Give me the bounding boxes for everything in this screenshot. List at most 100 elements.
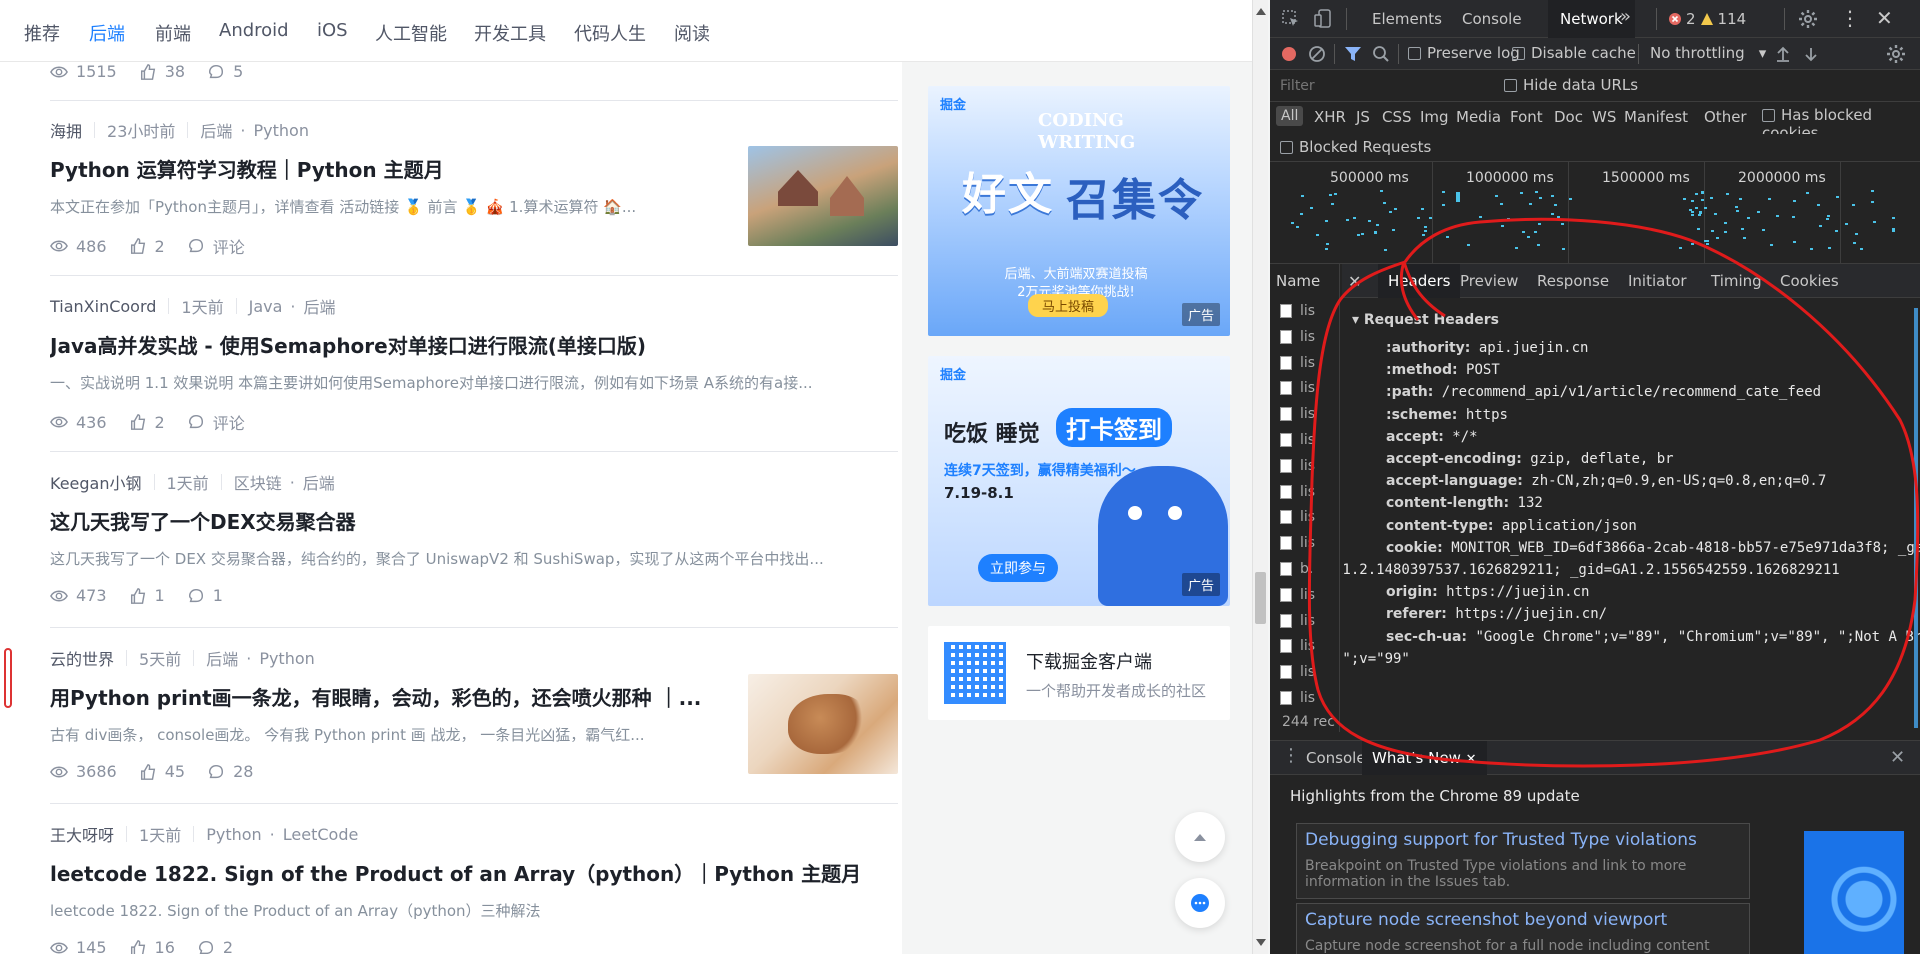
nav-tab-android[interactable]: Android xyxy=(219,20,289,41)
feedback-button[interactable] xyxy=(1175,878,1225,928)
tab-initiator[interactable]: Initiator xyxy=(1628,272,1687,290)
nav-tab-recommend[interactable]: 推荐 xyxy=(24,20,60,46)
article-abstract[interactable]: leetcode 1822. Sign of the Product of an… xyxy=(50,900,541,921)
type-doc[interactable]: Doc xyxy=(1554,108,1583,126)
throttling-select[interactable]: No throttling ▾ xyxy=(1650,44,1766,62)
name-column-header[interactable]: Name xyxy=(1276,272,1320,290)
article-tag[interactable]: LeetCode xyxy=(283,825,359,844)
drawer-tab-console[interactable]: Console xyxy=(1306,749,1366,767)
article-item[interactable]: 海拥 23小时前 后端 · Python Python 运算符学习教程｜Python 主题… xyxy=(50,100,898,276)
nav-tab-ai[interactable]: 人工智能 xyxy=(375,20,447,46)
request-row[interactable]: lis xyxy=(1280,298,1340,324)
article-abstract[interactable]: 一、实战说明 1.1 效果说明 本篇主要讲如何使用Semaphore对单接口进行… xyxy=(50,372,813,393)
article-tag[interactable]: 后端 xyxy=(200,118,232,142)
nav-tab-devtools[interactable]: 开发工具 xyxy=(474,20,546,46)
article-title[interactable]: Python 运算符学习教程｜Python 主题月 xyxy=(50,154,710,183)
device-toggle-icon[interactable] xyxy=(1314,9,1332,29)
issue-counter[interactable]: 2 114 xyxy=(1668,10,1746,28)
type-img[interactable]: Img xyxy=(1420,108,1449,126)
nav-tab-ios[interactable]: iOS xyxy=(317,20,348,41)
tab-headers[interactable]: Headers xyxy=(1378,264,1461,298)
tab-console[interactable]: Console xyxy=(1462,10,1522,28)
likes-stat[interactable]: 1 xyxy=(129,586,165,605)
drawer-menu-icon[interactable]: ⋮ xyxy=(1282,745,1300,766)
type-js[interactable]: JS xyxy=(1356,108,1370,126)
type-css[interactable]: CSS xyxy=(1382,108,1412,126)
nav-tab-life[interactable]: 代码人生 xyxy=(574,20,646,46)
article-tag[interactable]: 后端 xyxy=(206,646,238,670)
network-timeline-overview[interactable]: 500000 ms 1000000 ms 1500000 ms 2000000 … xyxy=(1270,162,1920,264)
article-abstract[interactable]: 古有 div画条， console画龙。 今有我 Python print 画 … xyxy=(50,724,710,745)
author-name[interactable]: TianXinCoord xyxy=(50,297,156,316)
article-tag[interactable]: 区块链 xyxy=(234,470,282,494)
article-tag[interactable]: Java xyxy=(249,297,283,316)
tab-preview[interactable]: Preview xyxy=(1460,272,1518,290)
tab-cookies[interactable]: Cookies xyxy=(1780,272,1839,290)
clear-icon[interactable] xyxy=(1308,45,1326,63)
ad-cta-button[interactable]: 立即参与 xyxy=(978,554,1058,582)
hide-data-urls-checkbox[interactable]: Hide data URLs xyxy=(1504,76,1638,94)
drawer-tab-whats-new[interactable]: What's New ✕ xyxy=(1362,741,1487,775)
author-name[interactable]: Keegan小钢 xyxy=(50,470,142,494)
article-title[interactable]: Java高并发实战 - 使用Semaphore对单接口进行限流(单接口版) xyxy=(50,330,646,359)
close-tab-icon[interactable]: ✕ xyxy=(1466,752,1477,767)
network-settings-gear-icon[interactable] xyxy=(1886,44,1906,64)
comments-stat[interactable]: 评论 xyxy=(187,410,245,434)
type-xhr[interactable]: XHR xyxy=(1314,108,1346,126)
article-tag[interactable]: Python xyxy=(206,825,261,844)
settings-gear-icon[interactable] xyxy=(1798,9,1818,29)
close-detail-icon[interactable]: ✕ xyxy=(1348,272,1361,291)
comments-stat[interactable]: 2 xyxy=(197,938,233,954)
preserve-log-checkbox[interactable]: Preserve log xyxy=(1408,44,1520,62)
author-name[interactable]: 云的世界 xyxy=(50,646,114,670)
likes-stat[interactable]: 2 xyxy=(129,237,165,256)
article-abstract[interactable]: 本文正在参加「Python主题月」，详情查看 活动链接 🥇 前言 🥇 🎪 1.算… xyxy=(50,196,710,217)
nav-tab-reading[interactable]: 阅读 xyxy=(674,20,710,46)
likes-stat[interactable]: 38 xyxy=(139,62,185,81)
scroll-down-arrow-icon[interactable] xyxy=(1256,939,1266,946)
request-row[interactable]: lis xyxy=(1280,633,1340,659)
article-tag[interactable]: Python xyxy=(254,121,309,140)
request-row[interactable]: lis xyxy=(1280,608,1340,634)
request-row[interactable]: b. xyxy=(1280,556,1340,582)
blocked-requests-checkbox[interactable]: Blocked Requests xyxy=(1280,138,1431,156)
page-scrollbar[interactable] xyxy=(1252,0,1268,954)
disable-cache-checkbox[interactable]: Disable cache xyxy=(1512,44,1636,62)
request-row[interactable]: lis xyxy=(1280,401,1340,427)
more-tabs-chevron-icon[interactable]: » xyxy=(1620,6,1631,27)
tab-elements[interactable]: Elements xyxy=(1372,10,1442,28)
comments-stat[interactable]: 评论 xyxy=(187,234,245,258)
ad-cta-button[interactable]: 马上投稿 xyxy=(1028,294,1109,317)
type-all[interactable]: All xyxy=(1276,106,1304,126)
article-tag[interactable]: 后端 xyxy=(303,470,335,494)
request-row[interactable]: lis xyxy=(1280,504,1340,530)
article-title[interactable]: 这几天我写了一个DEX交易聚合器 xyxy=(50,506,356,535)
ad-banner-checkin[interactable]: 掘金 吃饭 睡觉 打卡签到 连续7天签到，赢得精美福利～ 7.19-8.1 立即… xyxy=(928,356,1230,606)
article-abstract[interactable]: 这几天我写了一个 DEX 交易聚合器，纯合约的，聚合了 UniswapV2 和 … xyxy=(50,548,824,569)
whats-new-card[interactable]: Capture node screenshot beyond viewport … xyxy=(1296,903,1750,954)
comments-stat[interactable]: 1 xyxy=(187,586,223,605)
card-title[interactable]: Debugging support for Trusted Type viola… xyxy=(1305,830,1697,850)
ad-banner-writing[interactable]: 掘金 CODING WRITING 好文 召集令 后端、大前端双赛道投稿 2万元… xyxy=(928,86,1230,336)
article-title[interactable]: leetcode 1822. Sign of the Product of an… xyxy=(50,858,861,887)
filter-input[interactable] xyxy=(1276,75,1476,97)
nav-tab-backend[interactable]: 后端 xyxy=(89,20,125,46)
comments-stat[interactable]: 28 xyxy=(207,762,253,781)
author-name[interactable]: 王大呀呀 xyxy=(50,822,114,846)
more-options-kebab-icon[interactable]: ⋮ xyxy=(1840,6,1860,30)
filter-funnel-icon[interactable] xyxy=(1344,45,1362,63)
request-row[interactable]: lis xyxy=(1280,659,1340,685)
export-har-icon[interactable] xyxy=(1802,45,1820,63)
likes-stat[interactable]: 2 xyxy=(129,413,165,432)
author-name[interactable]: 海拥 xyxy=(50,118,82,142)
scrollbar-thumb[interactable] xyxy=(1255,572,1266,624)
record-icon[interactable] xyxy=(1280,45,1298,63)
tab-timing[interactable]: Timing xyxy=(1711,272,1762,290)
card-title[interactable]: Capture node screenshot beyond viewport xyxy=(1305,910,1667,930)
request-row[interactable]: lis xyxy=(1280,350,1340,376)
detail-scrollbar[interactable] xyxy=(1914,308,1918,728)
article-item[interactable]: 王大呀呀 1天前 Python · LeetCode leetcode 1822. Sig… xyxy=(50,804,898,954)
comments-stat[interactable]: 5 xyxy=(207,62,243,81)
likes-stat[interactable]: 45 xyxy=(139,762,185,781)
article-item[interactable]: Keegan小钢 1天前 区块链 · 后端 这几天我写了一个DEX交易聚合器 这几天我写了一… xyxy=(50,452,898,628)
